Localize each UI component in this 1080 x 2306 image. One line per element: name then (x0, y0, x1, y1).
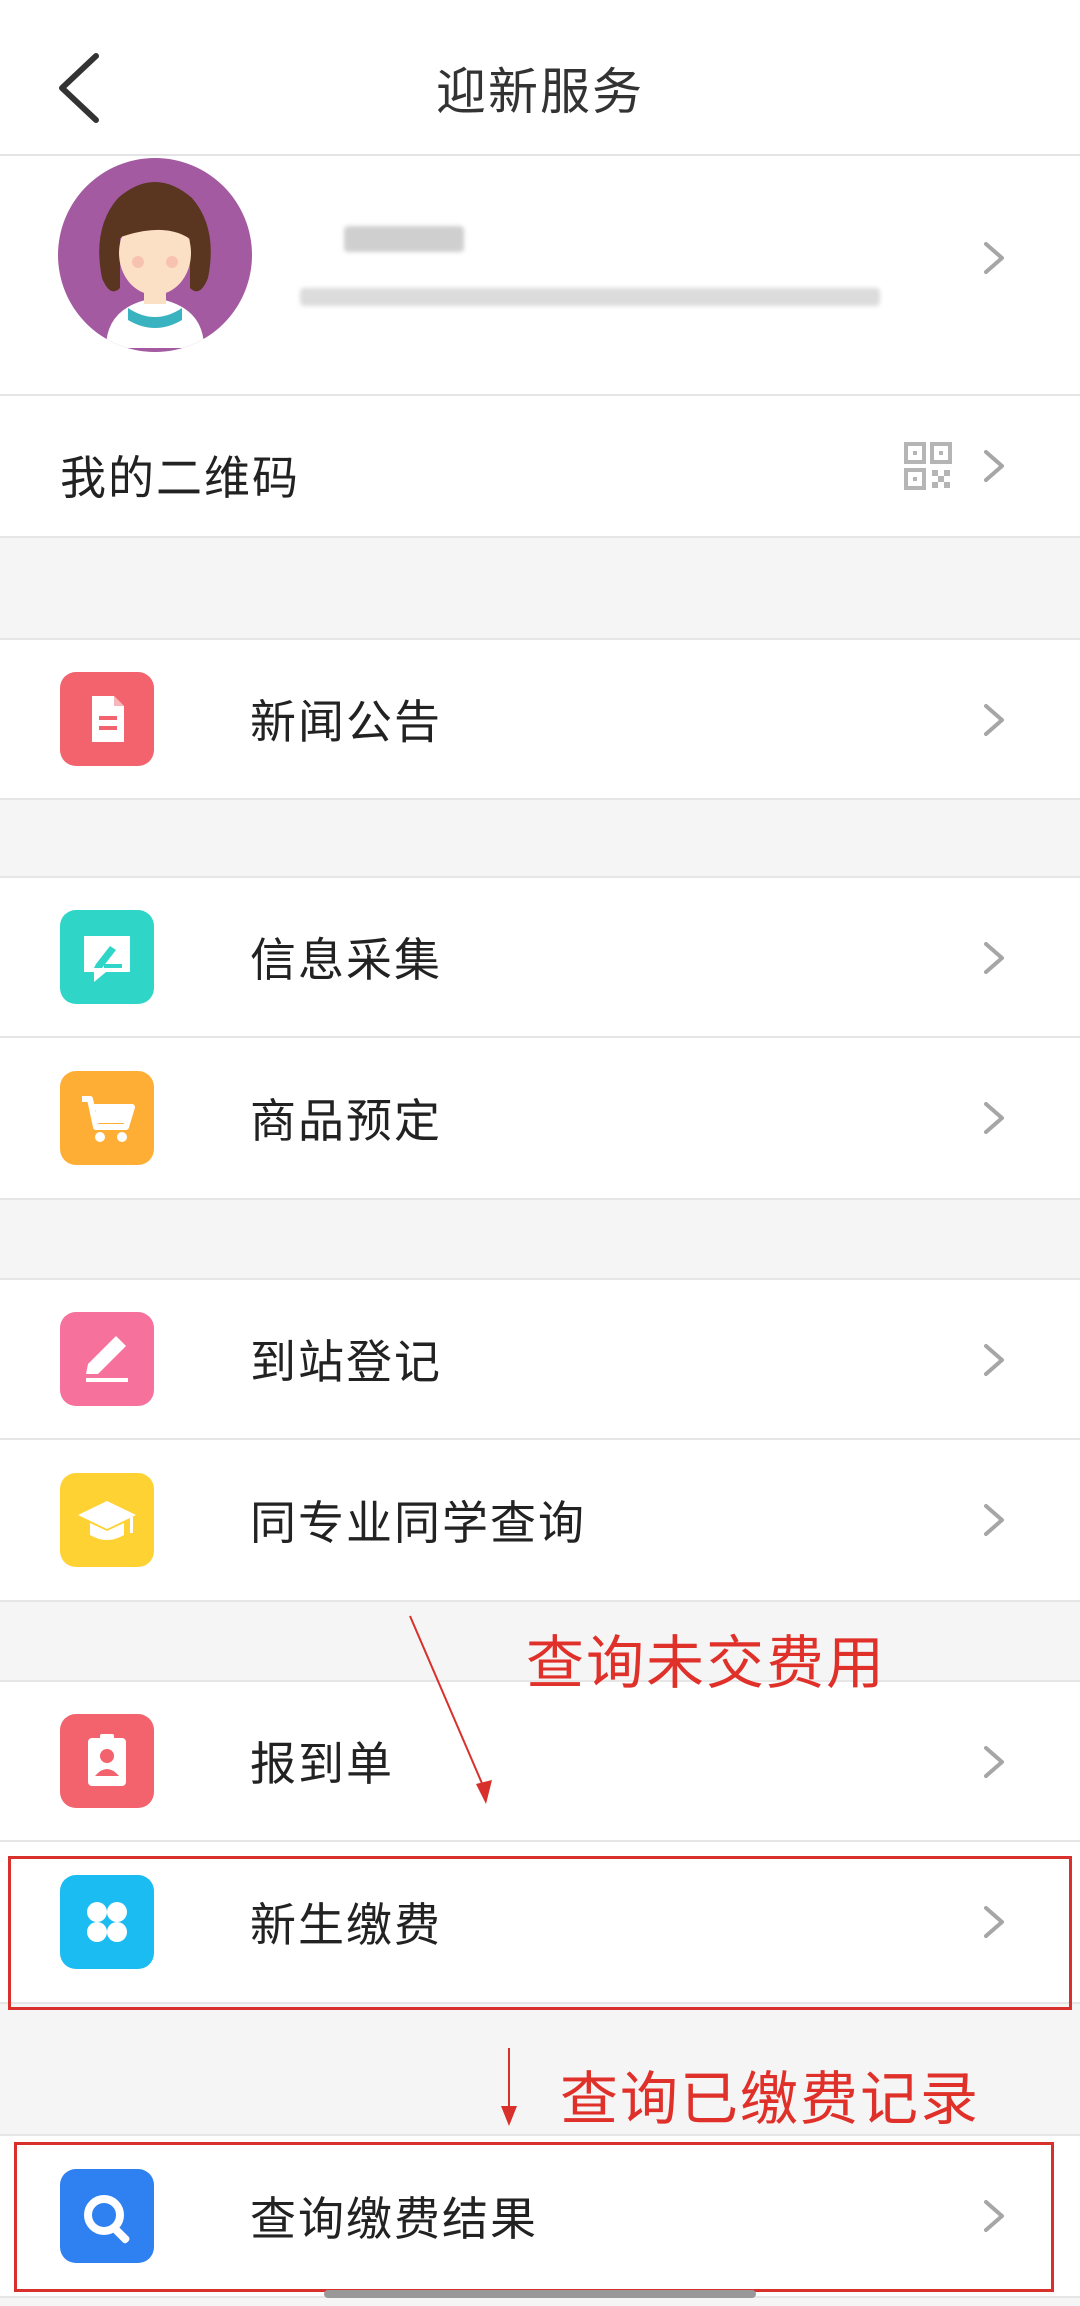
chevron-right-icon (984, 1102, 1004, 1134)
chevron-right-icon (984, 1746, 1004, 1778)
page-title: 迎新服务 (436, 63, 644, 121)
chevron-right-icon (984, 242, 1004, 274)
home-indicator (324, 2290, 756, 2298)
menu-item-arrival[interactable]: 到站登记 (0, 1278, 1080, 1440)
edit-box-icon (60, 910, 154, 1004)
menu-label-goods: 商品预定 (250, 1094, 442, 1148)
menu-label-news: 新闻公告 (250, 695, 442, 749)
chevron-right-icon (984, 450, 1004, 482)
chevron-right-icon (984, 942, 1004, 974)
menu-label-arrival: 到站登记 (250, 1335, 442, 1389)
id-badge-icon (60, 1714, 154, 1808)
annotation-arrow-2 (501, 2048, 517, 2126)
qr-code-icon (904, 442, 952, 490)
annotation-paid: 查询已缴费记录 (560, 2065, 981, 2133)
annotation-unpaid: 查询未交费用 (526, 1629, 887, 1697)
menu-item-goods[interactable]: 商品预定 (0, 1038, 1080, 1200)
menu-item-news[interactable]: 新闻公告 (0, 638, 1080, 800)
chevron-right-icon (984, 704, 1004, 736)
menu-label-info-collection: 信息采集 (250, 933, 442, 987)
menu-label-report-form: 报到单 (250, 1737, 394, 1791)
document-icon (60, 672, 154, 766)
profile-card[interactable] (0, 156, 1080, 396)
chevron-right-icon (984, 1504, 1004, 1536)
cart-icon (60, 1071, 154, 1165)
highlight-box-payment-result (14, 2142, 1054, 2292)
redacted-name (344, 226, 464, 252)
annotation-arrow-1 (409, 1615, 492, 1804)
nav-bar: 迎新服务 (0, 0, 1080, 156)
menu-item-report-form[interactable]: 报到单 (0, 1680, 1080, 1842)
menu-item-classmates[interactable]: 同专业同学查询 (0, 1440, 1080, 1602)
graduation-cap-icon (60, 1473, 154, 1567)
pencil-icon (60, 1312, 154, 1406)
menu-item-info-collection[interactable]: 信息采集 (0, 876, 1080, 1038)
my-qrcode-label: 我的二维码 (60, 451, 300, 505)
chevron-right-icon (984, 1344, 1004, 1376)
redacted-info (300, 288, 880, 306)
menu-label-classmates: 同专业同学查询 (250, 1496, 586, 1550)
highlight-box-payment (8, 1856, 1072, 2010)
girl-avatar-icon (58, 158, 252, 352)
my-qrcode-row[interactable]: 我的二维码 (0, 396, 1080, 538)
